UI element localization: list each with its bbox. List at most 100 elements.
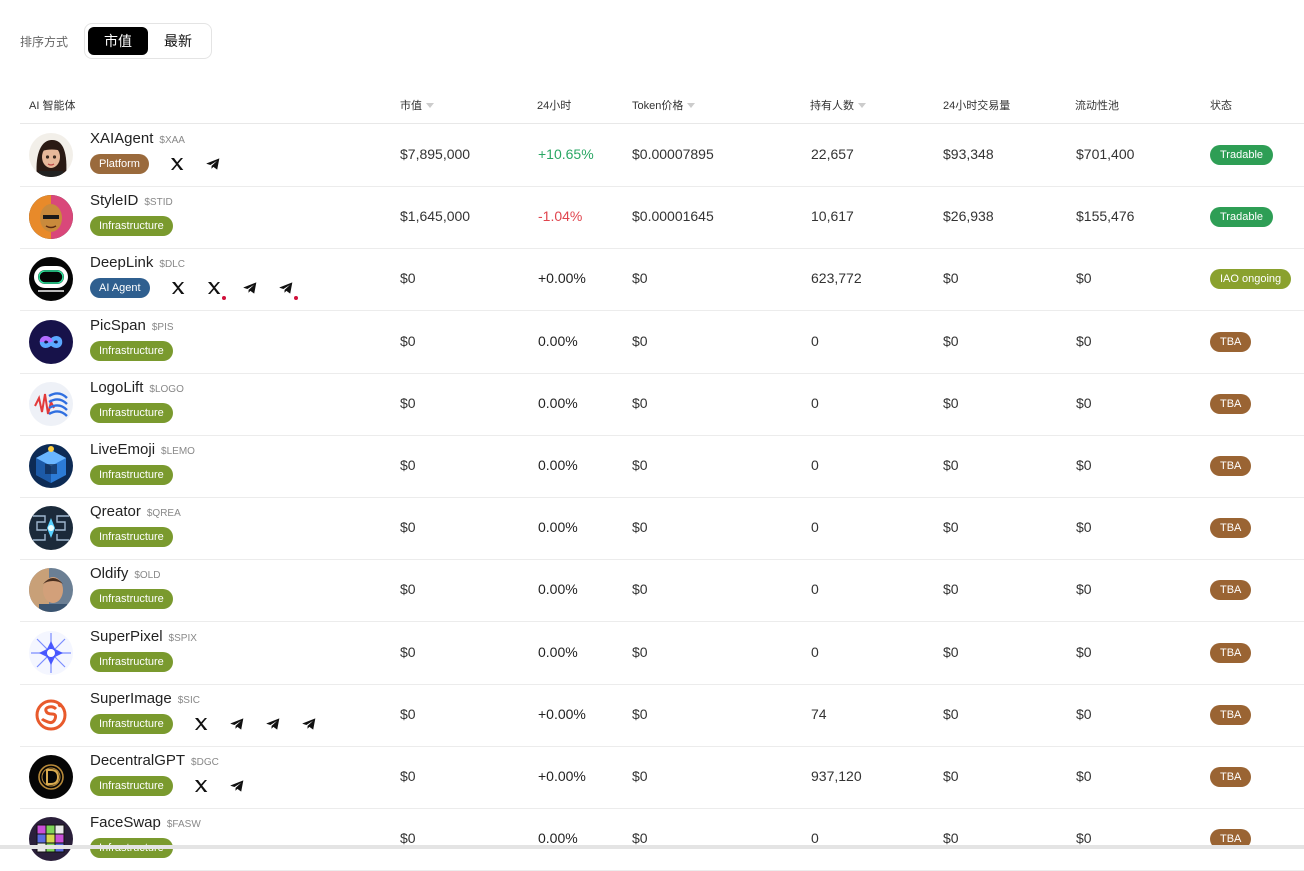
agent-tags: Infrastructure	[90, 714, 321, 734]
table-row[interactable]: XAIAgent $XAA Platform $7,895,000 +10.65% $0.…	[20, 124, 1304, 187]
agent-name[interactable]: DecentralGPT	[90, 752, 185, 769]
sort-option-market-cap[interactable]: 市值	[88, 27, 149, 55]
notification-dot	[293, 296, 298, 300]
x-glyph	[171, 282, 184, 294]
agent-name-line: Oldify $OLD	[90, 565, 160, 582]
status-badge: TBA	[1210, 643, 1252, 663]
table-row[interactable]: Qreator $QREA Infrastructure $0 0.00% $0 0 $0 $0…	[20, 497, 1304, 560]
market-cap-value: $0	[400, 395, 416, 411]
token-price-value: $0	[632, 706, 648, 722]
x-icon[interactable]	[189, 776, 213, 796]
token-price-value: $0	[632, 333, 648, 349]
table-row[interactable]: PicSpan $PIS Infrastructure $0 0.00% $0 0 $0 $0 T…	[20, 311, 1304, 374]
holders-value: 0	[811, 830, 819, 846]
liquidity-value: $0	[1076, 830, 1092, 846]
agent-ticker: $OLD	[134, 570, 161, 581]
agent-name[interactable]: Qreator	[90, 503, 141, 520]
telegram-glyph	[278, 282, 292, 294]
market-cap-value: $0	[400, 519, 416, 535]
agent-name[interactable]: XAIAgent	[90, 130, 153, 147]
agent-ticker: $LEMO	[161, 446, 195, 457]
telegram-icon[interactable]	[238, 278, 262, 298]
header-holders[interactable]: 持有人数	[810, 97, 866, 113]
agent-tags: Platform	[90, 154, 225, 174]
table-row[interactable]: StyleID $STID Infrastructure $1,645,000 -1.0…	[20, 186, 1304, 249]
table-row[interactable]: FaceSwap$FASWInfrastructure$00.00%$00$0$…	[20, 808, 1304, 871]
cube-avatar-art	[29, 444, 73, 488]
table-row[interactable]: DecentralGPT $DGC Infrastructure $0 +0.00% $0…	[20, 746, 1304, 809]
x-icon[interactable]	[202, 278, 226, 300]
holders-value: 0	[811, 644, 819, 660]
s-logo-avatar-art	[29, 693, 73, 737]
agent-name[interactable]: Oldify	[90, 565, 128, 582]
circuit-avatar-art	[29, 506, 73, 550]
category-badge: Infrastructure	[90, 714, 173, 734]
agent-ticker: $SIC	[177, 695, 200, 706]
cube-avatar	[29, 444, 73, 488]
agent-name[interactable]: FaceSwap	[90, 814, 161, 831]
agent-tags: Infrastructure	[90, 341, 177, 361]
telegram-icon[interactable]	[261, 714, 285, 734]
telegram-icon[interactable]	[225, 714, 249, 734]
table-row[interactable]: Oldify $OLD Infrastructure $0 0.00% $0 0 $0 $0 TB…	[20, 559, 1304, 622]
telegram-icon[interactable]	[297, 714, 321, 734]
table-row[interactable]: LiveEmoji $LEMO Infrastructure $0 0.00% $0 0 $0…	[20, 435, 1304, 498]
x-icon[interactable]	[166, 278, 190, 298]
volume-24h-value: $0	[943, 830, 959, 846]
telegram-glyph	[302, 718, 316, 730]
table-row[interactable]: DeepLink $DLC AI Agent $0 +0.00% $0 623,772 $0 $…	[20, 248, 1304, 311]
holders-value: 10,617	[811, 208, 854, 224]
header-liquidity: 流动性池	[1075, 100, 1119, 112]
agent-name[interactable]: LogoLift	[90, 379, 143, 396]
holders-value: 0	[811, 519, 819, 535]
status-badge: IAO ongoing	[1210, 269, 1292, 289]
header-token-price[interactable]: Token价格	[632, 97, 696, 113]
liquidity-value: $155,476	[1076, 208, 1135, 224]
category-badge: Platform	[90, 154, 149, 174]
agent-ticker: $QREA	[146, 508, 181, 519]
agent-tags: Infrastructure	[90, 776, 249, 796]
agent-name[interactable]: SuperImage	[90, 690, 172, 707]
table-row[interactable]: LogoLift $LOGO Infrastructure $0 0.00% $0 0 $0 $…	[20, 373, 1304, 436]
agent-name-line: SuperPixel $SPIX	[90, 628, 197, 645]
market-cap-value: $0	[400, 768, 416, 784]
infinity-logo-avatar-art	[29, 320, 73, 364]
token-price-value: $0.00001645	[632, 208, 714, 224]
market-cap-value: $7,895,000	[400, 146, 471, 162]
circuit-avatar	[29, 506, 73, 550]
telegram-icon[interactable]	[274, 278, 298, 300]
d-coin-avatar	[29, 755, 73, 799]
s-logo-avatar	[29, 693, 73, 737]
table-row[interactable]: SuperImage $SIC Infrastructure $0 +0.00% $0 74…	[20, 684, 1304, 747]
agent-name[interactable]: SuperPixel	[90, 628, 163, 645]
agent-name[interactable]: DeepLink	[90, 254, 153, 271]
x-icon[interactable]	[189, 714, 213, 734]
telegram-icon[interactable]	[225, 776, 249, 796]
liquidity-value: $0	[1076, 333, 1092, 349]
telegram-icon[interactable]	[201, 154, 225, 174]
volume-24h-value: $0	[943, 706, 959, 722]
change-24h-value: 0.00%	[538, 395, 578, 411]
sort-option-latest[interactable]: 最新	[148, 27, 208, 55]
header-market-cap[interactable]: 市值	[400, 97, 434, 113]
agent-tags: Infrastructure	[90, 403, 177, 423]
portrait-avatar	[29, 568, 73, 612]
token-price-value: $0	[632, 395, 648, 411]
agent-tags: Infrastructure	[90, 589, 177, 609]
status-badge: TBA	[1210, 705, 1252, 725]
x-icon[interactable]	[165, 154, 189, 174]
agent-name[interactable]: PicSpan	[90, 317, 146, 334]
agent-tags: Infrastructure	[90, 652, 177, 672]
deeplink-logo-avatar-art	[29, 257, 73, 301]
token-price-value: $0	[632, 581, 648, 597]
agent-name[interactable]: StyleID	[90, 192, 138, 209]
wave-logo-avatar-art	[29, 382, 73, 426]
liquidity-value: $0	[1076, 519, 1092, 535]
agent-name[interactable]: LiveEmoji	[90, 441, 155, 458]
agent-name-line: DecentralGPT $DGC	[90, 752, 219, 769]
header-volume-24h: 24小时交易量	[943, 100, 1011, 112]
category-badge: Infrastructure	[90, 341, 173, 361]
liquidity-value: $0	[1076, 644, 1092, 660]
table-row[interactable]: SuperPixel $SPIX Infrastructure $0 0.00% $0 0 $…	[20, 622, 1304, 685]
deeplink-logo-avatar	[29, 257, 73, 301]
